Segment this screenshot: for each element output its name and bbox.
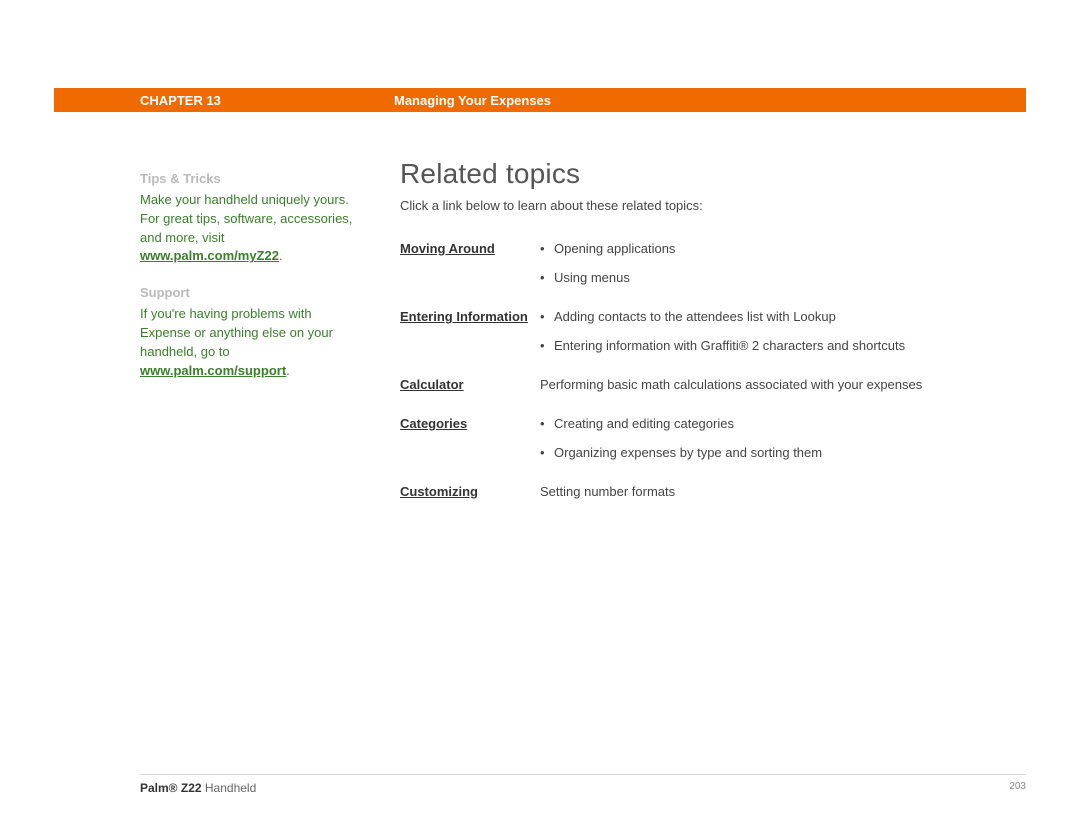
support-text: If you're having problems with Expense o…	[140, 306, 333, 359]
product-name-bold: Palm® Z22	[140, 781, 202, 795]
topic-bullet: Adding contacts to the attendees list wi…	[540, 309, 990, 324]
tips-block: Tips & Tricks Make your handheld uniquel…	[140, 170, 360, 266]
chapter-title: Managing Your Expenses	[394, 93, 551, 108]
support-heading: Support	[140, 284, 360, 303]
product-name: Palm® Z22 Handheld	[140, 781, 256, 795]
main-content: Related topics Click a link below to lea…	[400, 158, 990, 513]
topic-link-entering-information[interactable]: Entering Information	[400, 309, 528, 324]
topic-label: Categories	[400, 416, 530, 474]
tips-link[interactable]: www.palm.com/myZ22	[140, 248, 279, 263]
tips-text-after: .	[279, 248, 283, 263]
topic-text: Setting number formats	[540, 484, 990, 499]
tips-text: Make your handheld uniquely yours. For g…	[140, 192, 352, 245]
product-name-rest: Handheld	[202, 781, 257, 795]
topic-content: Performing basic math calculations assoc…	[540, 377, 990, 406]
topic-content: Setting number formats	[540, 484, 990, 513]
support-block: Support If you're having problems with E…	[140, 284, 360, 380]
page-heading: Related topics	[400, 158, 990, 190]
topic-bullet: Opening applications	[540, 241, 990, 256]
sidebar: Tips & Tricks Make your handheld uniquel…	[140, 170, 360, 398]
topic-label: Calculator	[400, 377, 530, 406]
topic-link-categories[interactable]: Categories	[400, 416, 467, 431]
topic-content: Adding contacts to the attendees list wi…	[540, 309, 990, 367]
intro-text: Click a link below to learn about these …	[400, 198, 990, 213]
related-topics-table: Moving Around Opening applications Using…	[400, 241, 990, 513]
chapter-header-bar: CHAPTER 13 Managing Your Expenses	[54, 88, 1026, 112]
topic-bullet: Using menus	[540, 270, 990, 285]
topic-link-customizing[interactable]: Customizing	[400, 484, 478, 499]
topic-label: Customizing	[400, 484, 530, 513]
topic-label: Moving Around	[400, 241, 530, 299]
topic-link-calculator[interactable]: Calculator	[400, 377, 464, 392]
topic-link-moving-around[interactable]: Moving Around	[400, 241, 495, 256]
page: CHAPTER 13 Managing Your Expenses Tips &…	[0, 0, 1080, 834]
page-number: 203	[1009, 781, 1026, 795]
topic-bullet: Creating and editing categories	[540, 416, 990, 431]
chapter-label: CHAPTER 13	[140, 93, 221, 108]
topic-text: Performing basic math calculations assoc…	[540, 377, 990, 392]
page-footer: Palm® Z22 Handheld 203	[140, 774, 1026, 795]
support-text-after: .	[286, 363, 290, 378]
topic-content: Opening applications Using menus	[540, 241, 990, 299]
topic-content: Creating and editing categories Organizi…	[540, 416, 990, 474]
topic-bullet: Entering information with Graffiti® 2 ch…	[540, 338, 990, 353]
topic-label: Entering Information	[400, 309, 530, 367]
tips-heading: Tips & Tricks	[140, 170, 360, 189]
support-link[interactable]: www.palm.com/support	[140, 363, 286, 378]
topic-bullet: Organizing expenses by type and sorting …	[540, 445, 990, 460]
